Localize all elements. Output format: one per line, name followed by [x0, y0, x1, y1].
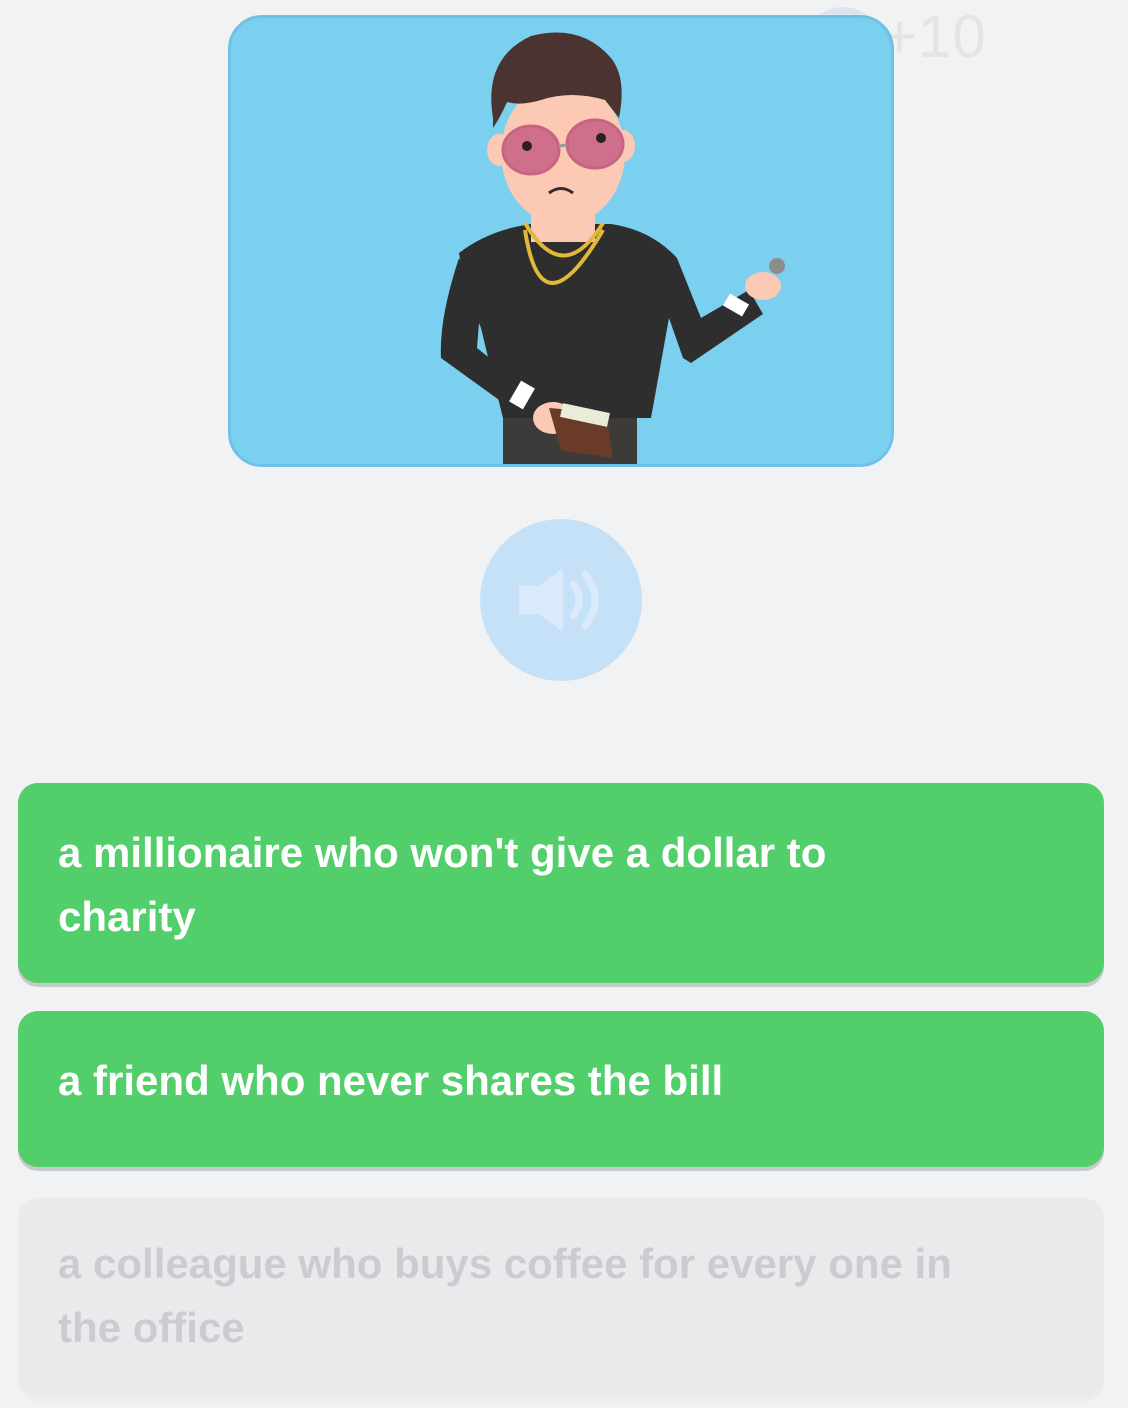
answer-option-label: a friend who never shares the bill	[58, 1057, 724, 1104]
answer-option-2[interactable]: a friend who never shares the bill	[18, 1011, 1104, 1167]
answer-option-label: a colleague who buys coffee for every on…	[58, 1240, 952, 1351]
question-illustration	[228, 15, 894, 467]
points-label: +10	[882, 3, 987, 70]
answer-option-1[interactable]: a millionaire who won't give a dollar to…	[18, 783, 1104, 983]
answer-option-label: a millionaire who won't give a dollar to…	[58, 829, 827, 940]
answer-option-3: a colleague who buys coffee for every on…	[18, 1198, 1104, 1398]
speaker-icon	[519, 568, 599, 632]
audio-play-button[interactable]	[480, 519, 642, 681]
stingy-man-illustration	[440, 32, 785, 464]
